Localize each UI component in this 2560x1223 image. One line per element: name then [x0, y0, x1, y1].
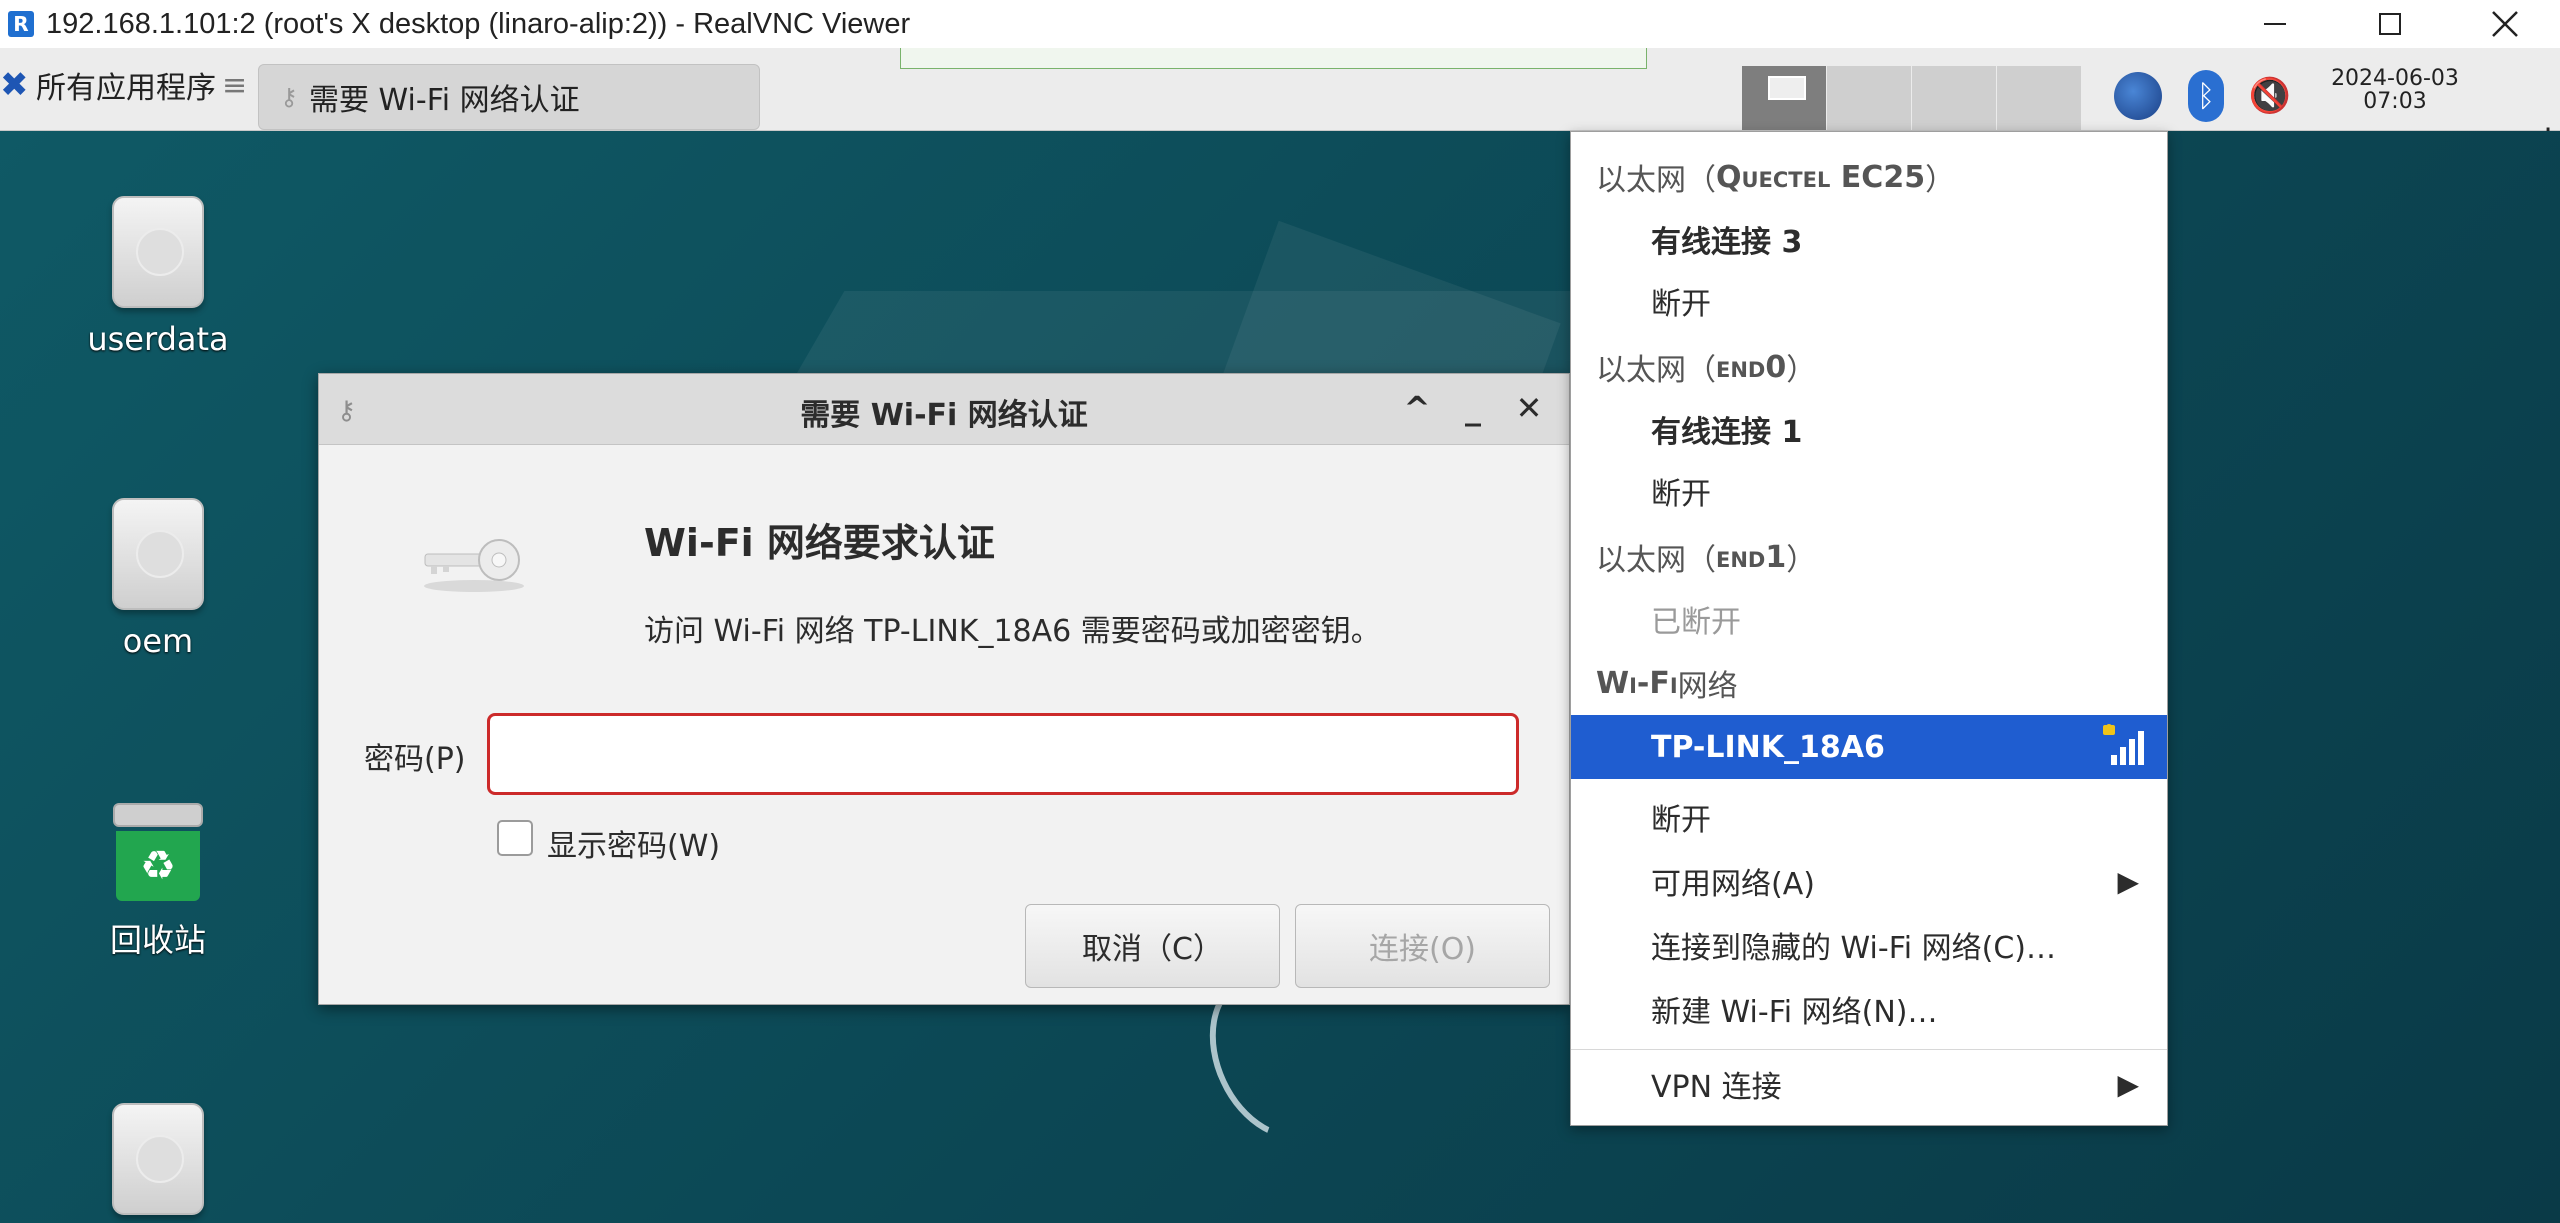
eth-end0-suffix: ） — [1786, 353, 1817, 388]
applications-menu[interactable]: ✖ 所有应用程序 ≡ — [0, 60, 247, 110]
menu-header-wifi: Wi-Fi 网络 — [1571, 652, 2167, 714]
key-icon — [424, 539, 524, 592]
wifi-signal-lock-icon — [2103, 724, 2144, 765]
eth-end0-prefix: 以太网（ — [1596, 353, 1716, 388]
network-manager-icon[interactable] — [2114, 70, 2162, 122]
available-networks-label: 可用网络(A) — [1651, 867, 1815, 902]
close-icon — [2492, 11, 2518, 37]
password-input[interactable] — [487, 713, 1519, 795]
workspace-1[interactable] — [1742, 66, 1828, 130]
connect-button[interactable]: 连接(O) — [1295, 904, 1550, 988]
menu-item-disconnect[interactable]: 断开 — [1571, 460, 2167, 522]
drive-icon — [112, 498, 204, 610]
wifi-header-prefix: Wi-Fi — [1596, 665, 1678, 701]
desktop-icon-trash[interactable]: ♻ 回收站 — [58, 803, 258, 961]
dialog-title: 需要 Wi-Fi 网络认证 — [800, 398, 1088, 433]
maximize-button[interactable] — [2340, 0, 2440, 48]
window-thumbnail — [1768, 76, 1806, 100]
window-title: 192.168.1.101:2 (root's X desktop (linar… — [46, 7, 911, 40]
submenu-arrow-icon: ▶ — [2117, 864, 2139, 898]
bluetooth-icon[interactable]: ᛒ — [2182, 70, 2230, 122]
eth-end1-prefix: 以太网（ — [1596, 543, 1716, 578]
submenu-arrow-icon: ▶ — [2117, 1067, 2139, 1101]
menu-item-wired3[interactable]: 有线连接 3 — [1571, 208, 2167, 270]
clock[interactable]: 2024-06-03 07:03 — [2325, 67, 2465, 113]
desktop-icon-label: oem — [122, 622, 194, 660]
applications-menu-label: 所有应用程序 — [36, 71, 216, 106]
workspace-4[interactable] — [1997, 66, 2083, 130]
shade-button[interactable]: ^ — [1393, 384, 1441, 432]
desktop-icon-label: userdata — [87, 320, 229, 358]
minimize-button[interactable]: _ — [1449, 384, 1497, 432]
menu-item-disconnected: 已断开 — [1651, 605, 1741, 640]
menu-header-eth-quectel: 以太网（ Quectel EC25） — [1571, 146, 2167, 208]
task-button-label: 需要 Wi-Fi 网络认证 — [309, 83, 580, 118]
trash-icon: ♻ — [113, 803, 203, 903]
eth-end0-name: end0 — [1716, 349, 1787, 385]
workspace-3[interactable] — [1912, 66, 1998, 130]
minimize-button[interactable] — [2225, 0, 2325, 48]
workspace-2[interactable] — [1827, 66, 1913, 130]
clock-date: 2024-06-03 — [2331, 66, 2459, 91]
menu-item-disconnect[interactable]: 断开 — [1571, 270, 2167, 332]
eth-quectel-prefix: 以太网（ — [1596, 163, 1716, 198]
dialog-titlebar[interactable]: ⚷ 需要 Wi-Fi 网络认证 ^ _ ✕ — [319, 374, 1569, 445]
eth-end1-suffix: ） — [1786, 543, 1817, 578]
eth-quectel-suffix: ） — [1925, 163, 1956, 198]
network-menu: 以太网（ Quectel EC25） 有线连接 3 断开 以太网（ end0） 有线… — [1570, 131, 2168, 1126]
cancel-button[interactable]: 取消（C） — [1025, 904, 1280, 988]
desktop-icon-label: 回收站 — [109, 921, 206, 959]
menu-header-eth-end0: 以太网（ end0） — [1571, 336, 2167, 398]
password-label: 密码(P) — [364, 742, 466, 777]
clock-time: 07:03 — [2363, 89, 2427, 114]
realvnc-logo-icon: R — [8, 11, 34, 37]
wifi-ssid: TP-LINK_18A6 — [1651, 729, 1885, 765]
xfce-mouse-icon: ✖ — [0, 65, 29, 105]
minimize-icon — [2264, 23, 2286, 25]
desktop-icon-userdata[interactable]: userdata — [58, 196, 258, 358]
show-password-label[interactable]: 显示密码(W) — [547, 821, 720, 865]
menu-item-vpn[interactable]: VPN 连接 ▶ — [1571, 1053, 2167, 1115]
desktop-icon-oem[interactable]: oem — [58, 498, 258, 660]
menu-item-available-networks[interactable]: 可用网络(A) ▶ — [1571, 850, 2167, 912]
maximize-icon — [2379, 13, 2401, 35]
window-edge-strip — [900, 48, 1647, 69]
dialog-heading: Wi-Fi 网络要求认证 — [644, 521, 995, 565]
eth-end1-name: end1 — [1716, 539, 1787, 575]
dialog-message: 访问 Wi-Fi 网络 TP-LINK_18A6 需要密码或加密密钥。 — [644, 614, 1381, 649]
drive-icon — [112, 196, 204, 308]
menu-item-hidden-network[interactable]: 连接到隐藏的 Wi-Fi 网络(C)… — [1571, 914, 2167, 976]
wifi-header-suffix: 网络 — [1677, 669, 1738, 704]
vnc-titlebar: R 192.168.1.101:2 (root's X desktop (lin… — [0, 0, 2560, 49]
close-button[interactable]: ✕ — [1505, 384, 1553, 432]
eth-quectel-name: Quectel EC25 — [1716, 159, 1926, 195]
task-button-wifi-auth[interactable]: ⚷ 需要 Wi-Fi 网络认证 — [258, 64, 760, 130]
menu-separator — [1571, 1049, 2167, 1050]
wifi-auth-dialog: ⚷ 需要 Wi-Fi 网络认证 ^ _ ✕ Wi-Fi 网络要求认证 访问 Wi… — [318, 373, 1570, 1005]
key-icon: ⚷ — [280, 83, 298, 111]
desktop-icon-drive[interactable] — [58, 1103, 258, 1223]
menu-item-wifi-network[interactable]: TP-LINK_18A6 — [1571, 715, 2167, 779]
menu-item-new-network[interactable]: 新建 Wi-Fi 网络(N)… — [1571, 978, 2167, 1040]
vpn-label: VPN 连接 — [1651, 1070, 1782, 1105]
menu-item-wired1[interactable]: 有线连接 1 — [1571, 398, 2167, 460]
show-password-checkbox[interactable] — [497, 820, 533, 856]
drive-icon — [112, 1103, 204, 1215]
menu-lines-icon: ≡ — [222, 67, 248, 103]
volume-muted-icon[interactable]: 🔇 — [2246, 70, 2294, 122]
menu-item-disconnect[interactable]: 断开 — [1571, 786, 2167, 848]
close-button[interactable] — [2455, 0, 2555, 48]
menu-header-eth-end1: 以太网（ end1） — [1571, 526, 2167, 588]
